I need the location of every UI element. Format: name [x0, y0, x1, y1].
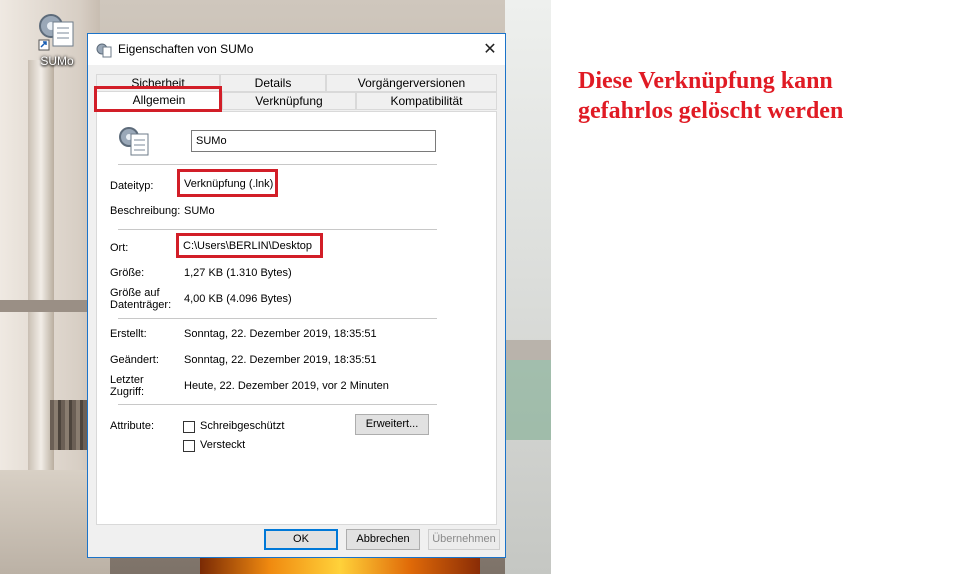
file-shortcut-icon [117, 124, 151, 158]
ort-label: Ort: [110, 242, 129, 254]
cancel-button[interactable]: Abbrechen [346, 529, 420, 550]
annotation-line-2: gefahrlos gelöscht werden [578, 98, 844, 124]
dialog-titlebar[interactable]: Eigenschaften von SUMo ✕ [88, 34, 505, 65]
general-tab-panel: SUMo Dateityp: Verknüpfung (.lnk) Beschr… [96, 111, 497, 525]
ok-button[interactable]: OK [264, 529, 338, 550]
apply-button[interactable]: Übernehmen [428, 529, 500, 550]
groesse-label: Größe: [110, 267, 145, 279]
highlight-allgemein-tab [94, 86, 222, 112]
beschreibung-value: SUMo [184, 205, 215, 217]
tab-vorgaengerversionen[interactable]: Vorgängerversionen [326, 74, 497, 92]
groesse-value: 1,27 KB (1.310 Bytes) [184, 267, 292, 279]
advanced-button[interactable]: Erweitert... [355, 414, 429, 435]
geaendert-value: Sonntag, 22. Dezember 2019, 18:35:51 [184, 354, 377, 366]
attribute-label: Attribute: [110, 420, 155, 432]
name-field[interactable]: SUMo [191, 130, 436, 152]
sumo-shortcut-icon [37, 8, 77, 52]
books-decor [50, 400, 90, 450]
shortcut-gear-icon [96, 42, 112, 58]
dialog-title: Eigenschaften von SUMo [118, 42, 254, 56]
highlight-ort [176, 233, 323, 258]
hidden-checkbox[interactable] [183, 440, 195, 452]
hidden-label: Versteckt [200, 439, 246, 451]
erstellt-label: Erstellt: [110, 328, 147, 340]
glass-decor [505, 360, 551, 440]
window-decor [505, 0, 551, 574]
groesse-datentraeger-value: 4,00 KB (4.096 Bytes) [184, 293, 292, 305]
beam-decor [505, 340, 551, 360]
desktop-shortcut-sumo[interactable]: SUMo [34, 8, 80, 68]
separator [118, 229, 437, 230]
erstellt-value: Sonntag, 22. Dezember 2019, 18:35:51 [184, 328, 377, 340]
groesse-datentraeger-label-2: Datenträger: [110, 299, 172, 311]
beschreibung-label: Beschreibung: [110, 205, 181, 217]
annotation-line-1: Diese Verknüpfung kann [578, 68, 833, 94]
tab-verknuepfung[interactable]: Verknüpfung [222, 92, 356, 110]
zugriff-value: Heute, 22. Dezember 2019, vor 2 Minuten [184, 380, 389, 392]
shelf-decor [0, 300, 90, 312]
separator [118, 164, 437, 165]
separator [118, 318, 437, 319]
tab-details[interactable]: Details [220, 74, 326, 92]
tab-kompatibilitaet[interactable]: Kompatibilität [356, 92, 497, 110]
annotation-text: Diese Verknüpfung kann gefahrlos gelösch… [578, 66, 958, 126]
separator [118, 404, 437, 405]
dateityp-label: Dateityp: [110, 180, 154, 192]
readonly-label: Schreibgeschützt [200, 420, 285, 432]
readonly-checkbox[interactable] [183, 421, 195, 433]
close-icon[interactable]: ✕ [475, 34, 505, 65]
highlight-dateityp [177, 169, 278, 197]
zugriff-label-2: Zugriff: [110, 386, 145, 398]
desktop-shortcut-label: SUMo [40, 54, 74, 68]
geaendert-label: Geändert: [110, 354, 159, 366]
